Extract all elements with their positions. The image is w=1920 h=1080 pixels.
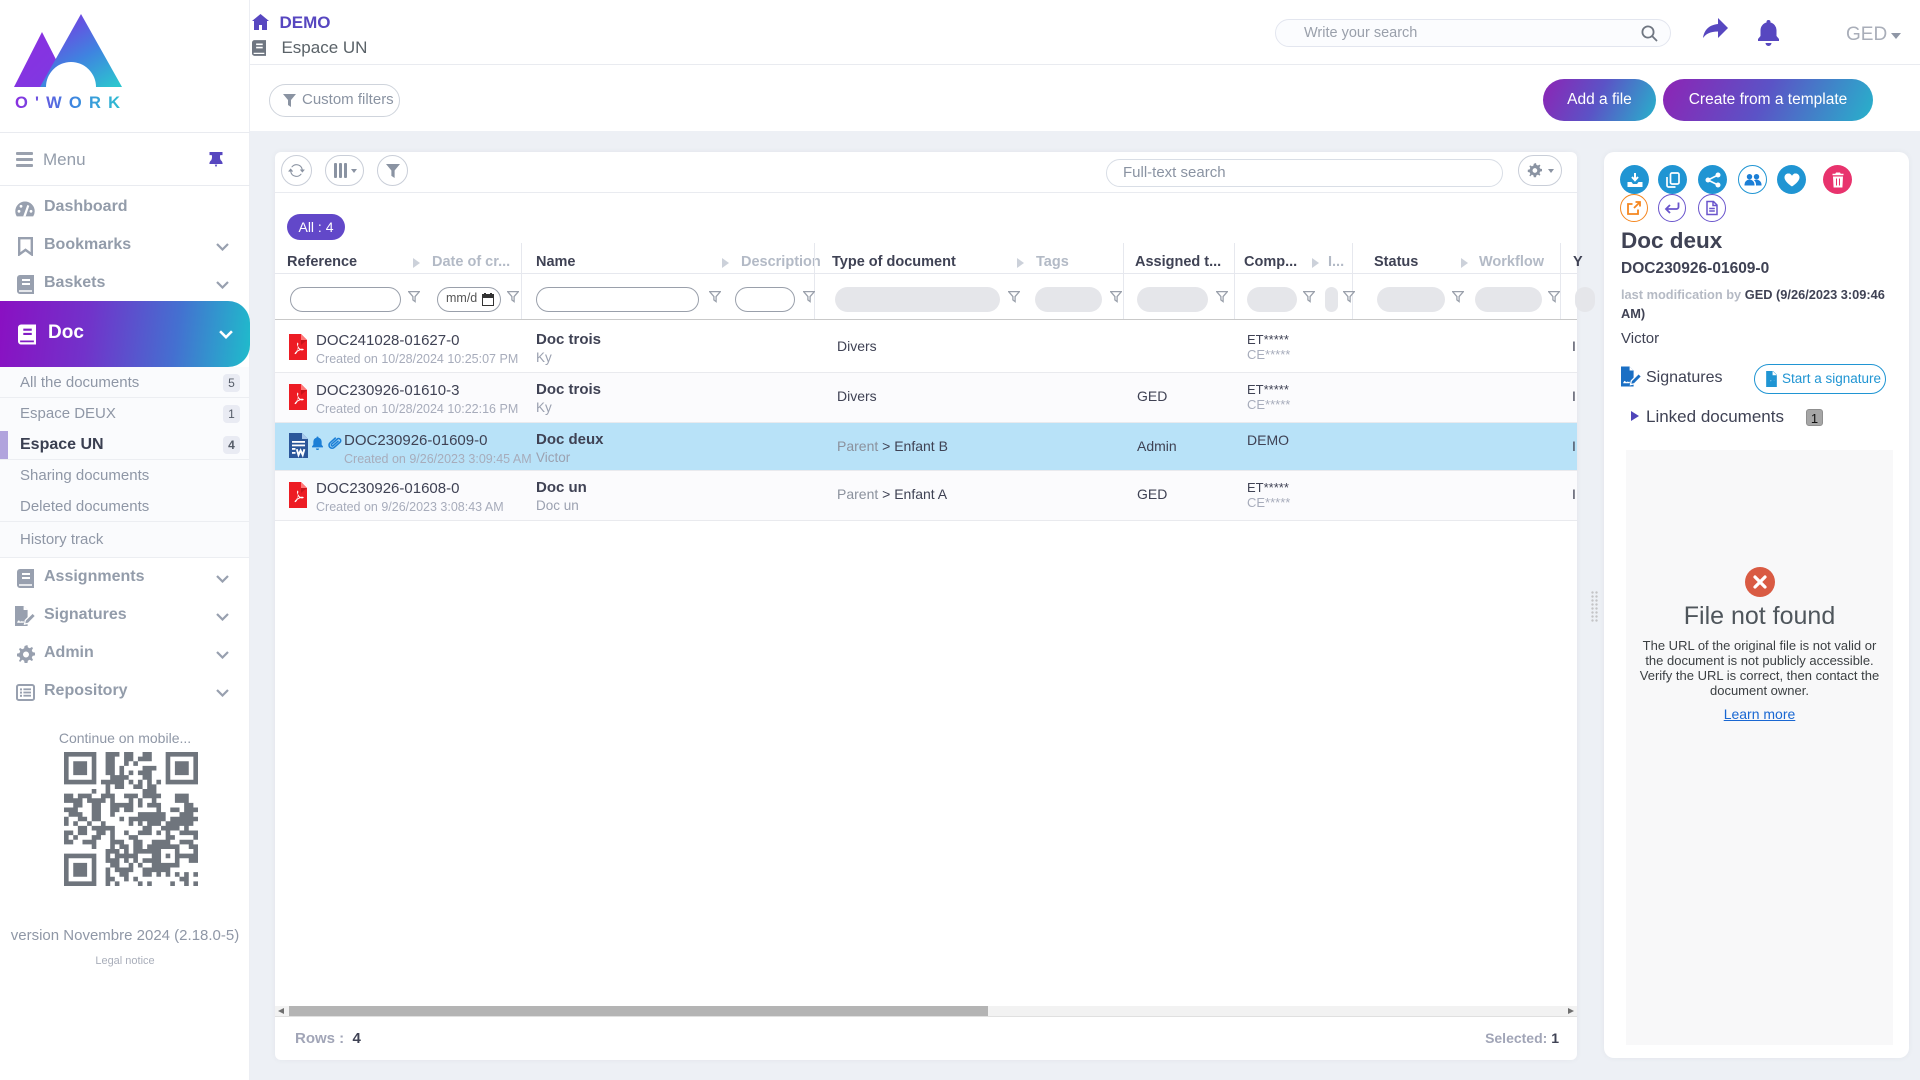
svg-text:O'WORK: O'WORK: [15, 94, 126, 111]
